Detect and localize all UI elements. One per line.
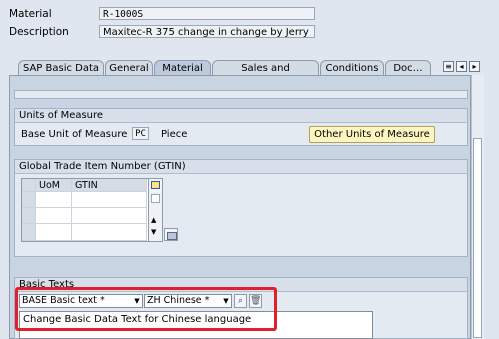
base-unit-label: Base Unit of Measure	[21, 129, 128, 140]
uom-cell[interactable]	[36, 208, 72, 224]
base-unit-code[interactable]: PC	[132, 127, 149, 140]
uom-cell[interactable]	[36, 224, 72, 241]
page-scroll-thumb[interactable]	[473, 138, 482, 338]
highlight-box	[15, 287, 277, 331]
uom-cell[interactable]	[36, 192, 72, 208]
tab-sales-and-distribution[interactable]: Sales and Distribution	[212, 60, 319, 89]
next-icon[interactable]: ▸	[469, 61, 480, 72]
other-units-button[interactable]: Other Units of Measure	[309, 126, 435, 143]
tab-content-panel: Units of Measure Base Unit of Measure PC…	[9, 75, 471, 339]
tab-general[interactable]: General	[105, 60, 153, 75]
units-of-measure-group: Units of Measure Base Unit of Measure PC…	[14, 108, 468, 146]
table-scrollbar[interactable]: ▲ ▼	[148, 192, 162, 241]
tab-sap-basic-data[interactable]: SAP Basic Data	[18, 60, 104, 75]
row-selector-header	[22, 179, 36, 192]
gtin-table: UoM GTIN ▲ ▼	[21, 178, 163, 242]
page-scrollbar[interactable]	[471, 75, 484, 339]
tab-material[interactable]: Material	[154, 60, 211, 75]
tab-conditions[interactable]: Conditions	[320, 60, 384, 75]
row-selector[interactable]	[22, 224, 36, 241]
gtin-title: Global Trade Item Number (GTIN)	[15, 160, 467, 174]
units-of-measure-title: Units of Measure	[15, 109, 467, 123]
column-header-uom: UoM	[36, 179, 72, 192]
description-field[interactable]: Maxitec-R 375 change in change by Jerry	[99, 25, 315, 38]
row-selector[interactable]	[22, 208, 36, 224]
gtin-cell[interactable]	[72, 192, 147, 208]
description-label: Description	[9, 26, 69, 38]
collapsed-group	[14, 90, 468, 99]
column-header-gtin: GTIN	[72, 179, 147, 192]
gtin-cell[interactable]	[72, 224, 147, 241]
material-field[interactable]: R-1000S	[99, 7, 315, 20]
scroll-thumb[interactable]	[151, 194, 160, 203]
base-unit-text: Piece	[161, 129, 188, 140]
scroll-down-icon[interactable]: ▼	[151, 228, 156, 236]
scroll-up-icon[interactable]: ▲	[151, 216, 156, 224]
table-settings-icon[interactable]	[148, 179, 162, 192]
tab-doc[interactable]: Doc…	[385, 60, 431, 75]
table-config-icon[interactable]	[164, 228, 178, 241]
row-selector[interactable]	[22, 192, 36, 208]
material-label: Material	[9, 8, 52, 20]
gtin-group: Global Trade Item Number (GTIN) UoM GTIN…	[14, 159, 468, 257]
gtin-cell[interactable]	[72, 208, 147, 224]
prev-icon[interactable]: ◂	[456, 61, 467, 72]
list-icon[interactable]: ≡	[443, 61, 454, 72]
